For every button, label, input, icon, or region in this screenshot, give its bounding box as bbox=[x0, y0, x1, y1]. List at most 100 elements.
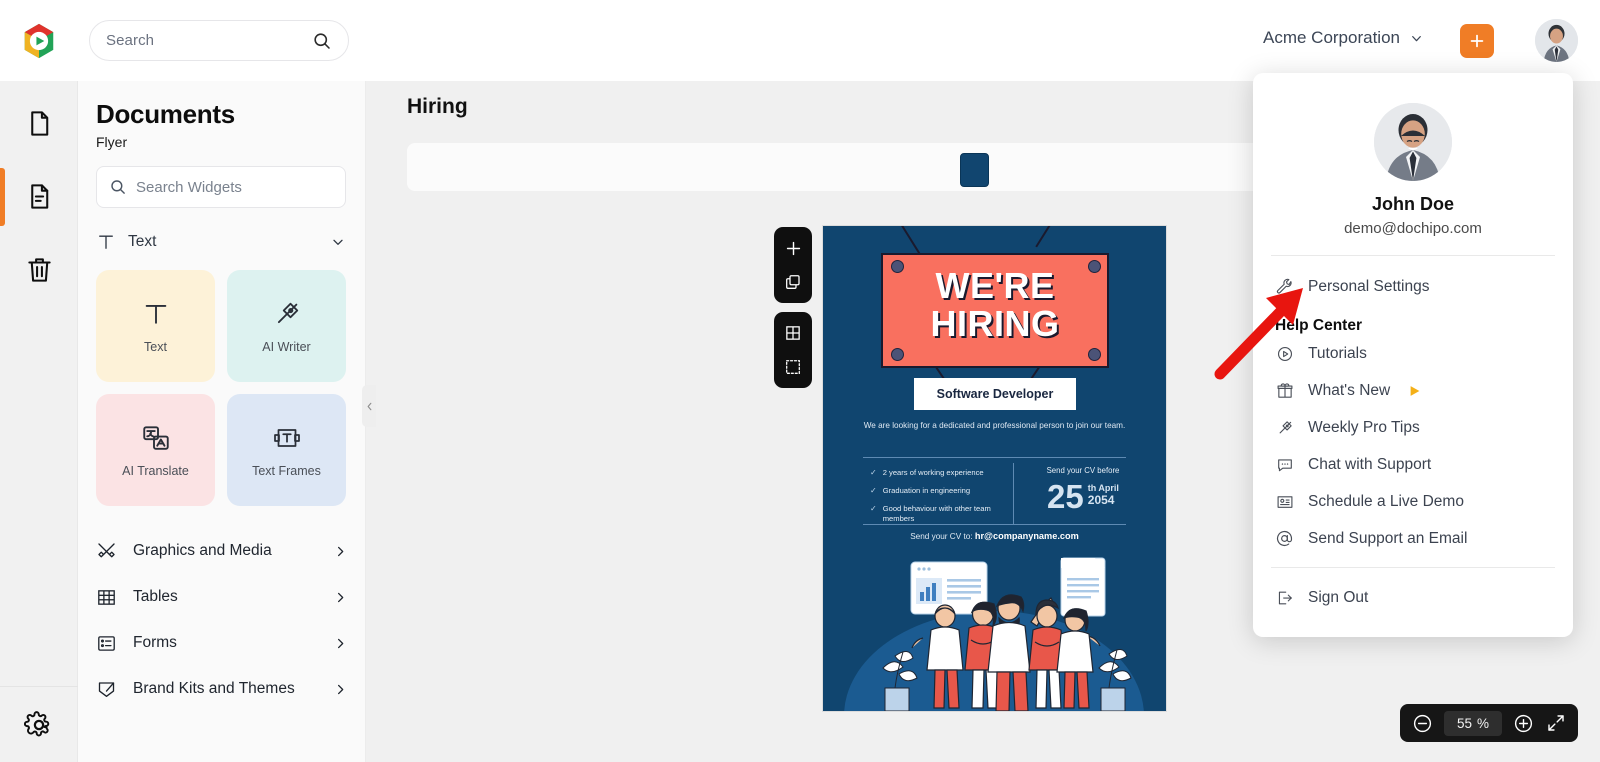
zoom-controls: 55 % bbox=[1400, 704, 1578, 742]
zoom-out-button[interactable] bbox=[1412, 713, 1433, 734]
avatar[interactable] bbox=[1535, 19, 1578, 62]
duplicate-page-button[interactable] bbox=[778, 267, 808, 297]
chevron-right-icon bbox=[333, 636, 348, 651]
menu-item-personal-settings[interactable]: Personal Settings bbox=[1253, 268, 1573, 305]
chevron-right-icon bbox=[333, 590, 348, 605]
requirement-label: Good behaviour with other team members bbox=[882, 503, 991, 523]
widget-tile-label: Text Frames bbox=[252, 463, 321, 478]
panel-collapse-handle[interactable] bbox=[362, 385, 376, 427]
grid-view-button[interactable] bbox=[778, 318, 808, 348]
menu-item-whats-new[interactable]: What's New bbox=[1253, 372, 1573, 409]
poster-role-plate: Software Developer bbox=[914, 378, 1076, 410]
widget-panel: Documents Flyer Search Widgets Text Text bbox=[78, 81, 366, 762]
dochipo-logo-icon bbox=[20, 22, 58, 60]
gear-icon bbox=[24, 710, 54, 740]
contact-email: hr@companyname.com bbox=[974, 531, 1079, 541]
poster-requirements: ✓ 2 years of working experience ✓ Gradua… bbox=[870, 468, 1005, 531]
widget-tiles: Text AI Writer AI Translate Text Frames bbox=[96, 270, 346, 506]
requirement-label: 2 years of working experience bbox=[882, 468, 984, 477]
widget-menu: Graphics and Media Tables Forms Brand Ki… bbox=[96, 528, 348, 712]
widget-tile-ai-writer[interactable]: AI Writer bbox=[227, 270, 346, 382]
search-icon bbox=[312, 31, 332, 51]
widget-tile-text[interactable]: Text bbox=[96, 270, 215, 382]
copy-icon bbox=[784, 273, 802, 291]
presentation-icon bbox=[1275, 493, 1294, 511]
menu-item-label: Schedule a Live Demo bbox=[1308, 492, 1464, 510]
requirement-item: ✓ 2 years of working experience bbox=[870, 468, 1005, 479]
poster-headline-2: HIRING bbox=[930, 303, 1060, 344]
add-page-button[interactable] bbox=[778, 233, 808, 263]
page-title: Documents bbox=[96, 99, 235, 129]
menu-item-label: Graphics and Media bbox=[133, 542, 272, 559]
menu-item-send-support-an-email[interactable]: Send Support an Email bbox=[1253, 520, 1573, 557]
widget-tile-ai-translate[interactable]: AI Translate bbox=[96, 394, 215, 506]
table-icon bbox=[96, 587, 117, 608]
fill-color-swatch[interactable] bbox=[960, 153, 989, 187]
menu-item-tables[interactable]: Tables bbox=[96, 574, 348, 620]
at-sign-icon bbox=[1275, 529, 1294, 548]
page-tools-group bbox=[774, 227, 812, 303]
brand-kit-icon bbox=[96, 679, 117, 700]
menu-item-label: What's New bbox=[1308, 381, 1391, 399]
search-input[interactable]: Search bbox=[106, 32, 312, 49]
help-center-heading: Help Center bbox=[1275, 317, 1362, 334]
search-widgets-input[interactable]: Search Widgets bbox=[136, 179, 242, 196]
poster-blurb: We are looking for a dedicated and profe… bbox=[863, 421, 1126, 430]
contact-label: Send your CV to: bbox=[910, 532, 973, 541]
plus-icon bbox=[1467, 31, 1487, 51]
settings-button[interactable] bbox=[0, 686, 78, 762]
icon-rail bbox=[0, 81, 78, 762]
menu-item-label: Chat with Support bbox=[1308, 455, 1432, 473]
text-frame-icon bbox=[272, 423, 302, 453]
poster-sign: WE'RE HIRING bbox=[881, 253, 1109, 368]
view-tools-group bbox=[774, 312, 812, 388]
fullscreen-button[interactable] bbox=[1545, 713, 1566, 734]
menu-item-label: Sign Out bbox=[1308, 588, 1369, 606]
org-name-label: Acme Corporation bbox=[1262, 28, 1400, 47]
menu-item-brand-kits-and-themes[interactable]: Brand Kits and Themes bbox=[96, 666, 348, 712]
select-area-button[interactable] bbox=[778, 352, 808, 382]
app-logo[interactable] bbox=[0, 22, 78, 60]
deadline-year: 2054 bbox=[1087, 493, 1115, 507]
menu-item-forms[interactable]: Forms bbox=[96, 620, 348, 666]
org-switcher[interactable]: Acme Corporation bbox=[1263, 28, 1424, 48]
menu-item-schedule-a-live-demo[interactable]: Schedule a Live Demo bbox=[1253, 483, 1573, 520]
menu-item-weekly-pro-tips[interactable]: Weekly Pro Tips bbox=[1253, 409, 1573, 446]
poster-illustration bbox=[823, 556, 1166, 711]
poster-preview[interactable]: WE'RE HIRING Software Developer We are l… bbox=[823, 226, 1166, 711]
sidebar-item-pages[interactable] bbox=[0, 160, 78, 233]
widget-search[interactable]: Search Widgets bbox=[96, 166, 346, 208]
widget-tile-text-frames[interactable]: Text Frames bbox=[227, 394, 346, 506]
pen-nib-icon bbox=[272, 299, 302, 329]
poster-deadline: Send your CV before 25 th April 2054 bbox=[1023, 466, 1143, 513]
menu-item-label: Tutorials bbox=[1308, 344, 1367, 362]
create-new-button[interactable] bbox=[1460, 24, 1494, 58]
deadline-suffix: th April bbox=[1087, 483, 1119, 493]
menu-item-label: Brand Kits and Themes bbox=[133, 680, 295, 697]
zoom-value: 55 bbox=[1456, 715, 1472, 731]
widget-tile-label: AI Translate bbox=[122, 463, 189, 478]
menu-item-sign-out[interactable]: Sign Out bbox=[1253, 579, 1573, 616]
play-circle-icon bbox=[1275, 345, 1294, 363]
section-text[interactable]: Text bbox=[96, 228, 346, 256]
chat-bubble-icon bbox=[1275, 456, 1294, 474]
divider bbox=[1271, 567, 1555, 568]
sidebar-item-trash[interactable] bbox=[0, 233, 78, 306]
menu-item-tutorials[interactable]: Tutorials bbox=[1253, 335, 1573, 372]
menu-item-chat-with-support[interactable]: Chat with Support bbox=[1253, 446, 1573, 483]
widget-tile-label: AI Writer bbox=[262, 339, 311, 354]
divider bbox=[1271, 255, 1555, 256]
menu-item-graphics-and-media[interactable]: Graphics and Media bbox=[96, 528, 348, 574]
graphics-media-icon bbox=[96, 541, 117, 562]
global-search[interactable]: Search bbox=[89, 20, 349, 61]
zoom-in-button[interactable] bbox=[1513, 713, 1534, 734]
menu-item-label: Send Support an Email bbox=[1308, 529, 1468, 547]
menu-item-label: Tables bbox=[133, 588, 178, 605]
document-type-label: Flyer bbox=[96, 134, 128, 150]
poster-role-label: Software Developer bbox=[936, 387, 1054, 401]
document-title: Hiring bbox=[407, 95, 468, 118]
file-lines-icon bbox=[25, 182, 54, 211]
sidebar-item-documents[interactable] bbox=[0, 87, 78, 160]
zoom-level[interactable]: 55 % bbox=[1444, 710, 1502, 736]
section-text-label: Text bbox=[128, 233, 157, 250]
